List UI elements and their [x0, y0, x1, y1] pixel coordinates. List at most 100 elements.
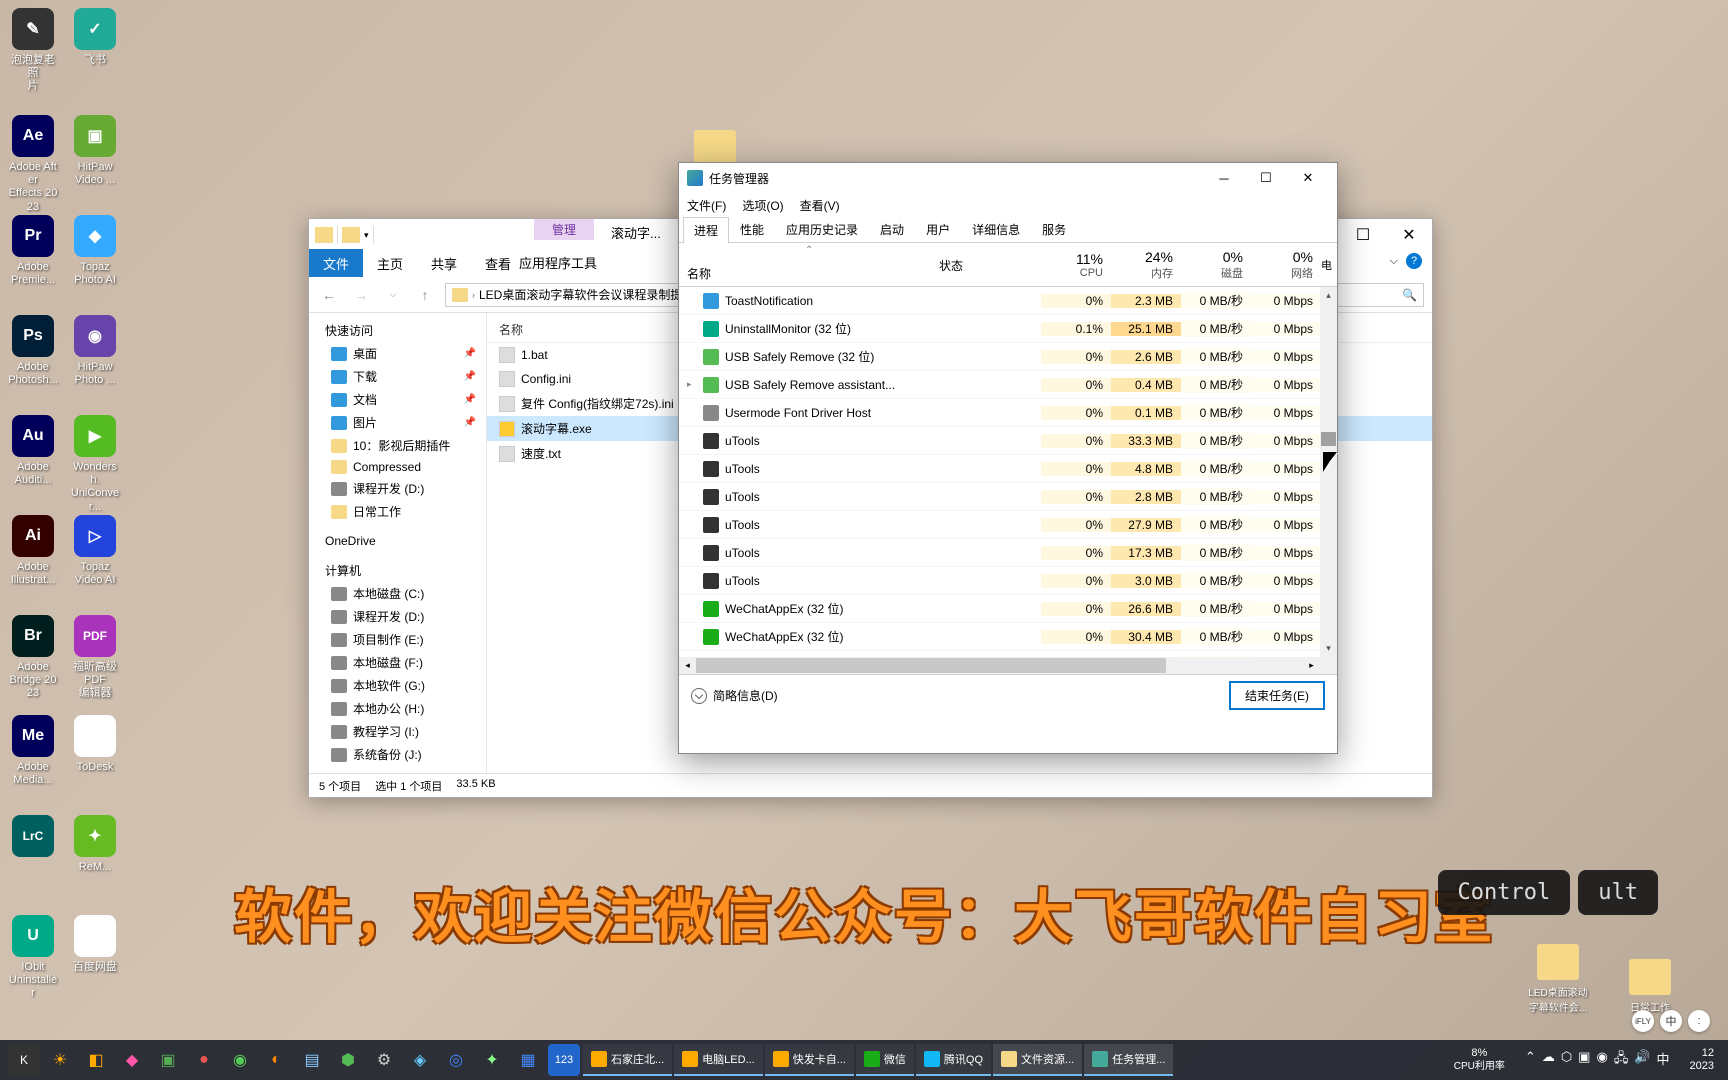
nav-item[interactable]: 课程开发 (D:) [309, 605, 486, 628]
tab[interactable]: 进程 [683, 217, 729, 244]
tab[interactable]: 性能 [729, 216, 775, 243]
tab[interactable]: 启动 [869, 216, 915, 243]
nav-item[interactable]: 计算机 [309, 559, 486, 582]
scroll-left-icon[interactable]: ◂ [679, 660, 696, 671]
nav-item[interactable]: Compressed [309, 457, 486, 477]
tray-network-icon[interactable]: 🖧 [1614, 1049, 1629, 1071]
close-button[interactable]: ✕ [1287, 163, 1329, 193]
taskbar-pin[interactable]: ● [188, 1044, 220, 1076]
taskbar-pin[interactable]: ◧ [80, 1044, 112, 1076]
minimize-button[interactable]: ─ [1203, 163, 1245, 193]
taskbar-task[interactable]: 文件资源... [993, 1044, 1082, 1076]
process-row[interactable]: uTools0%2.8 MB0 MB/秒0 Mbps [679, 483, 1337, 511]
nav-item[interactable]: 图片📌 [309, 411, 486, 434]
desktop-icon[interactable]: ▶Wondersh.UniConver... [70, 415, 120, 514]
menu-item[interactable]: 查看(V) [800, 197, 840, 214]
cpu-meter[interactable]: 8% CPU利用率 [1446, 1047, 1513, 1072]
column-header-stat[interactable]: 11%CPU [1041, 243, 1111, 286]
process-row[interactable]: uTools0%33.3 MB0 MB/秒0 Mbps [679, 427, 1337, 455]
path-chevron-icon[interactable]: › [472, 290, 475, 300]
tray-ime-icon[interactable]: 中 [1657, 1049, 1670, 1071]
nav-item[interactable]: 10：影视后期插件 [309, 434, 486, 457]
taskbar-task[interactable]: 快发卡自... [765, 1044, 854, 1076]
desktop-icon[interactable]: AuAdobeAuditi... [8, 415, 58, 487]
nav-item[interactable]: 本地磁盘 (F:) [309, 651, 486, 674]
process-row[interactable]: uTools0%17.3 MB0 MB/秒0 Mbps [679, 539, 1337, 567]
taskbar-pin[interactable]: ⚙ [368, 1044, 400, 1076]
tray-chevron-icon[interactable]: ⌃ [1525, 1049, 1536, 1071]
ribbon-tab[interactable]: 共享 [417, 249, 471, 277]
ribbon-tab[interactable]: 查看 [471, 249, 525, 277]
nav-item[interactable]: 日常工作 [309, 500, 486, 523]
taskbar-pin[interactable]: ▣ [152, 1044, 184, 1076]
desktop-icon[interactable]: LrC [8, 815, 58, 861]
process-row[interactable]: uTools0%3.0 MB0 MB/秒0 Mbps [679, 567, 1337, 595]
nav-item[interactable]: OneDrive [309, 531, 486, 551]
taskbar-pin[interactable]: ◐ [260, 1044, 292, 1076]
taskbar-pin[interactable]: ⬢ [332, 1044, 364, 1076]
dropdown-icon[interactable]: ▾ [364, 230, 369, 241]
tab[interactable]: 应用历史记录 [775, 216, 869, 243]
up-button[interactable]: ↑ [413, 283, 437, 307]
process-row[interactable]: WeChatAppEx (32 位)0%26.6 MB0 MB/秒0 Mbps [679, 595, 1337, 623]
tray-icon[interactable]: ⬡ [1561, 1049, 1572, 1071]
ribbon-expand-icon[interactable]: ⌵ [1390, 255, 1398, 268]
nav-item[interactable]: 课程开发 (D:) [309, 477, 486, 500]
desktop-icon[interactable]: ✦ReM... [70, 815, 120, 874]
scroll-down-icon[interactable]: ▾ [1320, 640, 1337, 657]
desktop-icon[interactable]: AeAdobe AfterEffects 2023 [8, 115, 58, 214]
clock[interactable]: 12 2023 [1682, 1047, 1722, 1073]
taskbar-pin[interactable]: ◉ [224, 1044, 256, 1076]
maximize-button[interactable]: ☐ [1245, 163, 1287, 193]
desktop-icon[interactable]: BrAdobeBridge 2023 [8, 615, 58, 701]
desktop-icon[interactable]: ✎泡泡复老照片 [8, 8, 58, 94]
start-button[interactable]: K [8, 1044, 40, 1076]
fewer-details-button[interactable]: 简略信息(D) [691, 687, 778, 704]
ribbon-tab[interactable]: 主页 [363, 249, 417, 277]
taskbar-pin[interactable]: ▤ [296, 1044, 328, 1076]
maximize-button[interactable]: ☐ [1340, 219, 1386, 251]
column-header-stat[interactable]: 24%内存 [1111, 243, 1181, 286]
taskbar-task[interactable]: 石家庄北... [583, 1044, 672, 1076]
column-name[interactable]: 名称 [687, 265, 711, 282]
tray-icon[interactable]: ▣ [1578, 1049, 1590, 1071]
desktop-icon[interactable]: ▷TopazVideo AI [70, 515, 120, 587]
desktop-icon[interactable]: MeAdobeMedia... [8, 715, 58, 787]
help-icon[interactable]: ? [1406, 253, 1422, 269]
nav-item[interactable]: 文档📌 [309, 388, 486, 411]
nav-item[interactable]: 本地软件 (G:) [309, 674, 486, 697]
ribbon-tab-tools[interactable]: 应用程序工具 [519, 253, 597, 272]
taskbar-pin[interactable]: ◎ [440, 1044, 472, 1076]
taskbar-pin[interactable]: ▦ [512, 1044, 544, 1076]
nav-item[interactable]: 本地办公 (H:) [309, 697, 486, 720]
recent-dropdown[interactable]: ⌵ [381, 283, 405, 307]
vertical-scrollbar[interactable]: ▴ ▾ [1320, 287, 1337, 657]
desktop-icon[interactable]: PDF福昕高级PDF编辑器 [70, 615, 120, 701]
desktop-icon[interactable]: ◆TopazPhoto AI [70, 215, 120, 287]
nav-item[interactable]: 快速访问 [309, 319, 486, 342]
search-icon[interactable]: 🔍 [1402, 288, 1417, 302]
tray-volume-icon[interactable]: 🔊 [1634, 1049, 1650, 1071]
tray-icon[interactable]: ☁ [1542, 1049, 1555, 1071]
nav-item[interactable]: 下载📌 [309, 365, 486, 388]
nav-item[interactable]: 教程学习 (I:) [309, 720, 486, 743]
ime-indicator[interactable]: iFLY 中 : [1632, 1010, 1710, 1032]
tab[interactable]: 详细信息 [961, 216, 1031, 243]
nav-item[interactable]: 系统备份 (J:) [309, 743, 486, 766]
column-header-stat[interactable]: 0%网络 [1251, 243, 1321, 286]
tray-icon[interactable]: ◉ [1596, 1049, 1607, 1071]
taskbar-task[interactable]: 微信 [856, 1044, 914, 1076]
scroll-right-icon[interactable]: ▸ [1303, 660, 1320, 671]
taskbar-pin[interactable]: ◆ [116, 1044, 148, 1076]
taskbar-task[interactable]: 腾讯QQ [916, 1044, 991, 1076]
process-row[interactable]: uTools0%4.8 MB0 MB/秒0 Mbps [679, 455, 1337, 483]
process-row[interactable]: uTools0%27.9 MB0 MB/秒0 Mbps [679, 511, 1337, 539]
desktop-icon[interactable]: ◉HitPawPhoto ... [70, 315, 120, 387]
forward-button[interactable]: → [349, 283, 373, 307]
tab[interactable]: 服务 [1031, 216, 1077, 243]
process-row[interactable]: ▸USB Safely Remove assistant...0%0.4 MB0… [679, 371, 1337, 399]
nav-item[interactable]: 项目制作 (E:) [309, 628, 486, 651]
ribbon-tab[interactable]: 文件 [309, 249, 363, 277]
desktop-folder-daily[interactable]: 日常工作 [1620, 959, 1680, 1014]
desktop-folder-app[interactable] [685, 130, 745, 166]
